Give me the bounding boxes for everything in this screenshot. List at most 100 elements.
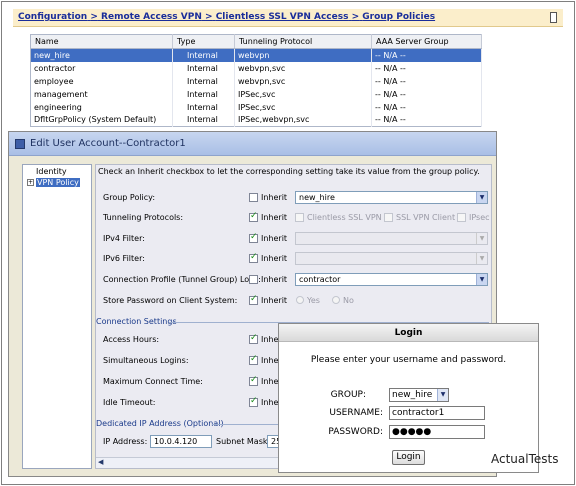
simultaneous-logins-inherit-checkbox[interactable] — [249, 354, 258, 365]
panel-restore-icon[interactable] — [550, 12, 557, 23]
login-button[interactable]: Login — [392, 450, 425, 465]
login-message: Please enter your username and password. — [310, 355, 507, 365]
clientless-ssl-vpn-label: Clientless SSL VPN — [307, 213, 382, 222]
ipv6-filter-inherit-checkbox[interactable] — [249, 252, 258, 263]
tree-item-label: VPN Policy — [36, 178, 80, 187]
table-row[interactable]: new_hire Internal webvpn -- N/A -- — [30, 48, 482, 62]
cell-type: Internal — [172, 48, 235, 62]
group-policy-select[interactable]: new_hire ▼ — [295, 191, 488, 204]
breadcrumb-remote-access-vpn[interactable]: Remote Access VPN — [101, 12, 202, 22]
column-header-type[interactable]: Type — [172, 34, 235, 49]
group-value: new_hire — [392, 390, 433, 400]
store-password-no-label: No — [343, 296, 354, 305]
group-select[interactable]: new_hire ▼ — [389, 388, 449, 402]
store-password-label: Store Password on Client System: — [103, 296, 238, 305]
password-value: ●●●●● — [392, 427, 432, 437]
cell-protocol: IPSec,webvpn,svc — [234, 113, 372, 127]
cell-aaa: -- N/A -- — [371, 61, 482, 75]
password-input[interactable]: ●●●●● — [389, 425, 485, 439]
window-title-bar[interactable]: Edit User Account--Contractor1 — [9, 132, 496, 156]
ssl-vpn-client-checkbox[interactable] — [384, 213, 393, 222]
username-input[interactable]: contractor1 — [389, 406, 485, 420]
inherit-label: Inherit — [261, 296, 288, 305]
store-password-no-radio[interactable] — [332, 296, 340, 304]
idle-timeout-inherit-checkbox[interactable] — [249, 396, 258, 407]
connection-profile-inherit-checkbox[interactable] — [249, 275, 258, 284]
cell-name: employee — [30, 74, 173, 88]
ipsec-label: IPsec — [469, 213, 490, 222]
breadcrumb-configuration[interactable]: Configuration — [18, 12, 87, 22]
ipsec-checkbox[interactable] — [457, 213, 466, 222]
table-row[interactable]: management Internal IPSec,svc -- N/A -- — [30, 87, 482, 101]
login-dialog: Login Please enter your username and pas… — [278, 323, 539, 473]
cell-protocol: IPSec,svc — [234, 100, 372, 114]
tunneling-protocols-inherit-checkbox[interactable] — [249, 211, 258, 222]
ipv4-filter-label: IPv4 Filter: — [103, 234, 145, 243]
inherit-label: Inherit — [261, 193, 288, 202]
group-label: GROUP: — [330, 390, 366, 400]
cell-type: Internal — [172, 100, 235, 114]
ipv6-filter-label: IPv6 Filter: — [103, 254, 145, 263]
ip-address-input[interactable]: 10.0.4.120 — [150, 435, 212, 448]
connection-profile-select[interactable]: contractor ▼ — [295, 273, 488, 286]
tree-item-vpn-policy[interactable]: + VPN Policy — [27, 178, 80, 187]
breadcrumb: Configuration > Remote Access VPN > Clie… — [13, 9, 563, 27]
group-policy-label: Group Policy: — [103, 193, 156, 202]
chevron-down-icon: ▼ — [476, 192, 487, 203]
navigation-tree: Identity + VPN Policy — [22, 164, 92, 469]
chevron-down-icon: ▼ — [476, 274, 487, 285]
password-label: PASSWORD: — [328, 427, 383, 437]
tunneling-protocols-label: Tunneling Protocols: — [103, 213, 184, 222]
inherit-label: Inherit — [261, 234, 288, 243]
access-hours-inherit-checkbox[interactable] — [249, 333, 258, 344]
table-row[interactable]: DfltGrpPolicy (System Default) Internal … — [30, 113, 482, 127]
cell-type: Internal — [172, 74, 235, 88]
max-connect-time-inherit-checkbox[interactable] — [249, 375, 258, 386]
cell-name: engineering — [30, 100, 173, 114]
ip-address-value: 10.0.4.120 — [154, 437, 198, 446]
table-row[interactable]: contractor Internal webvpn,svc -- N/A -- — [30, 61, 482, 75]
group-policies-table: Name Type Tunneling Protocol AAA Server … — [30, 34, 482, 127]
ipv6-filter-select[interactable]: ▼ — [295, 252, 488, 265]
store-password-inherit-checkbox[interactable] — [249, 294, 258, 305]
ipv4-filter-select[interactable]: ▼ — [295, 232, 488, 245]
cell-type: Internal — [172, 61, 235, 75]
cell-aaa: -- N/A -- — [371, 100, 482, 114]
username-value: contractor1 — [392, 408, 445, 418]
breadcrumb-group-policies[interactable]: Group Policies — [362, 12, 435, 22]
inherit-label: Inherit — [261, 254, 288, 263]
breadcrumb-trail: Configuration > Remote Access VPN > Clie… — [18, 12, 435, 22]
watermark: ActualTests — [491, 452, 559, 466]
scroll-left-icon[interactable]: ◀ — [98, 458, 103, 466]
ipv4-filter-inherit-checkbox[interactable] — [249, 232, 258, 243]
group-policy-inherit-checkbox[interactable] — [249, 193, 258, 202]
cell-aaa: -- N/A -- — [371, 87, 482, 101]
column-header-aaa-server-group[interactable]: AAA Server Group — [371, 34, 482, 49]
tree-item-identity[interactable]: Identity — [36, 167, 67, 176]
breadcrumb-clientless-ssl-vpn[interactable]: Clientless SSL VPN Access — [216, 12, 349, 22]
cell-type: Internal — [172, 87, 235, 101]
breadcrumb-separator: > — [205, 12, 213, 22]
cell-name: contractor — [30, 61, 173, 75]
window-title: Edit User Account--Contractor1 — [30, 138, 186, 149]
cell-aaa: -- N/A -- — [371, 113, 482, 127]
login-title: Login — [279, 324, 538, 342]
cell-protocol: webvpn,svc — [234, 61, 372, 75]
cell-name: DfltGrpPolicy (System Default) — [30, 113, 173, 127]
table-row[interactable]: employee Internal webvpn,svc -- N/A -- — [30, 74, 482, 88]
access-hours-label: Access Hours: — [103, 335, 160, 344]
subnet-mask-label: Subnet Mask: — [216, 437, 271, 446]
column-header-tunneling-protocol[interactable]: Tunneling Protocol — [234, 34, 372, 49]
store-password-yes-radio[interactable] — [296, 296, 304, 304]
horizontal-scrollbar[interactable]: ◀ — [96, 457, 286, 468]
expand-icon[interactable]: + — [27, 179, 34, 186]
clientless-ssl-vpn-checkbox[interactable] — [295, 213, 304, 222]
window-app-icon — [15, 139, 25, 149]
tree-item-label: Identity — [36, 167, 67, 176]
inherit-label: Inherit — [261, 275, 288, 284]
cell-aaa: -- N/A -- — [371, 74, 482, 88]
ssl-vpn-client-label: SSL VPN Client — [396, 213, 456, 222]
table-row[interactable]: engineering Internal IPSec,svc -- N/A -- — [30, 100, 482, 114]
cell-name: new_hire — [30, 48, 173, 62]
column-header-name[interactable]: Name — [30, 34, 173, 49]
